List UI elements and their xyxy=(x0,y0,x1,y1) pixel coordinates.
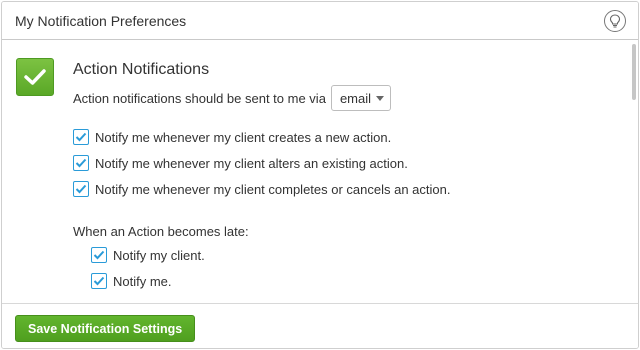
checkbox-alter-action[interactable] xyxy=(73,155,89,171)
option-notify-me[interactable]: Notify me. xyxy=(91,273,172,289)
option-complete-action[interactable]: Notify me whenever my client completes o… xyxy=(73,181,451,197)
option-new-action[interactable]: Notify me whenever my client creates a n… xyxy=(73,129,391,145)
checkbox-notify-me[interactable] xyxy=(91,273,107,289)
delivery-method-row: Action notifications should be sent to m… xyxy=(73,85,391,111)
option-alter-action[interactable]: Notify me whenever my client alters an e… xyxy=(73,155,408,171)
option-label: Notify my client. xyxy=(113,247,205,263)
window-footer: Save Notification Settings xyxy=(2,303,638,348)
checkbox-notify-client[interactable] xyxy=(91,247,107,263)
delivery-method-label: Action notifications should be sent to m… xyxy=(73,90,326,106)
checkmark-icon xyxy=(16,58,54,96)
checkmark-icon xyxy=(93,276,105,286)
checkmark-icon xyxy=(75,158,87,168)
scrollbar[interactable] xyxy=(632,44,636,100)
lightbulb-icon[interactable] xyxy=(604,10,626,32)
save-settings-button[interactable]: Save Notification Settings xyxy=(15,315,196,342)
notification-preferences-window: My Notification Preferences Action Notif… xyxy=(1,1,639,349)
checkmark-icon xyxy=(93,250,105,260)
option-notify-client[interactable]: Notify my client. xyxy=(91,247,205,263)
chevron-down-icon xyxy=(375,95,384,101)
option-label: Notify me whenever my client creates a n… xyxy=(95,129,392,145)
checkbox-new-action[interactable] xyxy=(73,129,89,145)
checkbox-complete-action[interactable] xyxy=(73,181,89,197)
option-label: Notify me whenever my client alters an e… xyxy=(95,155,408,171)
page-title: My Notification Preferences xyxy=(15,13,187,29)
late-section-label: When an Action becomes late: xyxy=(73,224,249,239)
option-label: Notify me whenever my client completes o… xyxy=(95,181,451,197)
checkmark-icon xyxy=(75,184,87,194)
preferences-content: Action Notifications Action notification… xyxy=(2,41,638,303)
option-label: Notify me. xyxy=(113,273,172,289)
delivery-method-select[interactable]: email xyxy=(330,85,391,111)
delivery-method-value: email xyxy=(339,90,372,106)
checkmark-icon xyxy=(75,132,87,142)
window-header: My Notification Preferences xyxy=(2,2,638,40)
section-title: Action Notifications xyxy=(73,61,210,78)
